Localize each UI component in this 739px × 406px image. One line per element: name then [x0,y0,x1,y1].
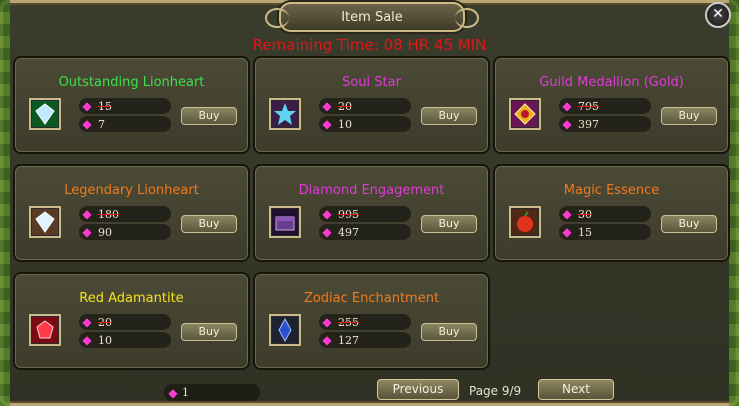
gem-icon: ◆ [322,207,332,221]
buy-button[interactable]: Buy [661,215,717,233]
sale-price-value: 15 [578,225,592,239]
buy-button[interactable]: Buy [661,107,717,125]
original-price: ◆ 180 [79,206,171,222]
gem-icon: ◆ [82,333,92,347]
window-title-label: Item Sale [341,9,403,25]
item-name: Diamond Engagement [298,183,445,198]
gem-icon: ◆ [82,99,92,113]
original-price-value: 30 [578,207,592,221]
original-price: ◆ 15 [79,98,171,114]
item-name: Outstanding Lionheart [58,75,205,90]
buy-button[interactable]: Buy [181,323,237,341]
buy-button[interactable]: Buy [421,323,477,341]
original-price-value: 795 [578,99,599,113]
original-price-value: 180 [98,207,119,221]
sale-item-card: Legendary Lionheart ◆ 180 ◆ 90 Buy [13,164,250,262]
gem-icon: ◆ [322,225,332,239]
item-name: Guild Medallion (Gold) [539,75,684,90]
gem-icon: ◆ [322,99,332,113]
gem-icon: ◆ [82,225,92,239]
sale-price: ◆ 7 [79,116,171,132]
original-price: ◆ 20 [319,98,411,114]
gem-icon: ◆ [562,225,572,239]
sale-price-value: 7 [98,117,105,131]
original-price: ◆ 30 [559,206,651,222]
blue-star-icon[interactable] [269,98,301,130]
original-price: ◆ 255 [319,314,411,330]
window-title: Item Sale [265,2,479,32]
gem-icon: ◆ [82,207,92,221]
sale-item-card: Diamond Engagement ◆ 995 ◆ 497 Buy [253,164,490,262]
original-price: ◆ 995 [319,206,411,222]
page-indicator: Page 9/9 [469,384,522,398]
sale-item-card: Zodiac Enchantment ◆ 255 ◆ 127 Buy [253,272,490,370]
gem-icon: ◆ [562,207,572,221]
currency-balance: ◆ 1 [164,384,260,401]
buy-button[interactable]: Buy [421,215,477,233]
sale-price: ◆ 15 [559,224,651,240]
gem-icon: ◆ [82,315,92,329]
sale-item-card: Soul Star ◆ 20 ◆ 10 Buy [253,56,490,154]
remaining-time: Remaining Time: 08 HR 45 MIN [252,36,487,54]
item-name: Red Adamantite [79,291,184,306]
buy-button[interactable]: Buy [181,215,237,233]
purple-chest-icon[interactable] [269,206,301,238]
sale-price-value: 127 [338,333,359,347]
sale-price: ◆ 10 [79,332,171,348]
gem-icon: ◆ [168,385,178,400]
original-price-value: 20 [98,315,112,329]
sale-item-card: Red Adamantite ◆ 20 ◆ 10 Buy [13,272,250,370]
item-name: Magic Essence [563,183,660,198]
blue-crystal-icon[interactable] [269,314,301,346]
sale-price-value: 10 [98,333,112,347]
sale-item-card: Guild Medallion (Gold) ◆ 795 ◆ 397 Buy [493,56,730,154]
item-name: Soul Star [342,75,401,90]
left-vine-decoration [0,0,10,406]
gem-icon: ◆ [562,117,572,131]
item-name: Zodiac Enchantment [303,291,440,306]
buy-button[interactable]: Buy [181,107,237,125]
sale-price-value: 10 [338,117,352,131]
right-vine-decoration [729,0,739,406]
sale-price: ◆ 497 [319,224,411,240]
sale-price-value: 90 [98,225,112,239]
original-price-value: 995 [338,207,359,221]
blue-diamond-icon[interactable] [29,98,61,130]
original-price: ◆ 20 [79,314,171,330]
original-price-value: 255 [338,315,359,329]
sale-price: ◆ 10 [319,116,411,132]
original-price-value: 15 [98,99,112,113]
sale-item-card: Outstanding Lionheart ◆ 15 ◆ 7 Buy [13,56,250,154]
gem-icon: ◆ [322,117,332,131]
item-name: Legendary Lionheart [64,183,199,198]
red-gem-icon[interactable] [29,314,61,346]
sale-price: ◆ 397 [559,116,651,132]
sale-price: ◆ 90 [79,224,171,240]
next-button[interactable]: Next [538,379,614,400]
diamond-icon[interactable] [29,206,61,238]
gem-icon: ◆ [322,333,332,347]
sale-item-card: Magic Essence ◆ 30 ◆ 15 Buy [493,164,730,262]
sale-price: ◆ 127 [319,332,411,348]
previous-button[interactable]: Previous [377,379,459,400]
red-fruit-icon[interactable] [509,206,541,238]
original-price: ◆ 795 [559,98,651,114]
close-icon[interactable]: ✕ [705,2,731,28]
gem-icon: ◆ [562,99,572,113]
currency-balance-value: 1 [182,386,189,399]
original-price-value: 20 [338,99,352,113]
gold-medallion-icon[interactable] [509,98,541,130]
sale-price-value: 397 [578,117,599,131]
sale-price-value: 497 [338,225,359,239]
buy-button[interactable]: Buy [421,107,477,125]
gem-icon: ◆ [322,315,332,329]
gem-icon: ◆ [82,117,92,131]
